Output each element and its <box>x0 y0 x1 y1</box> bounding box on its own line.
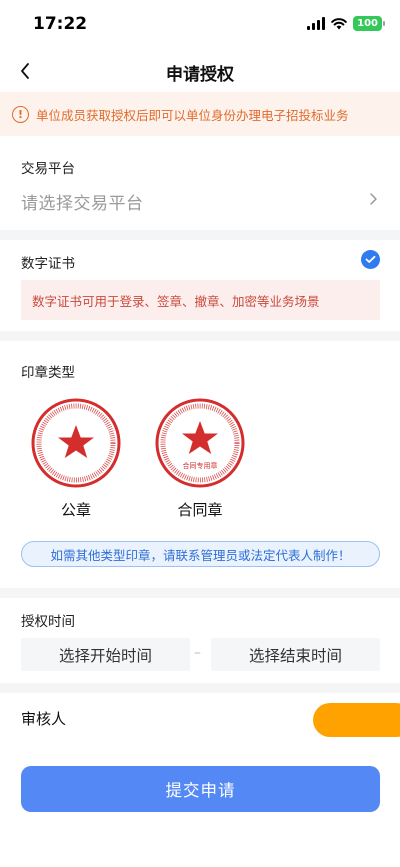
checkmark-icon[interactable] <box>361 250 380 269</box>
status-time: 17:22 <box>33 14 88 34</box>
section-divider <box>0 683 400 693</box>
certificate-description: 数字证书可用于登录、签章、撤章、加密等业务场景 <box>21 280 380 320</box>
seal-option-official[interactable]: 公章 <box>21 393 131 520</box>
time-separator: – <box>194 645 201 661</box>
reviewer-select-button[interactable] <box>313 703 400 737</box>
wifi-icon <box>331 18 347 30</box>
submit-button[interactable]: 提交申请 <box>21 766 380 812</box>
auth-time-label: 授权时间 <box>21 614 75 630</box>
nav-bar: 申请授权 <box>0 52 400 92</box>
seal-hint-text: 如需其他类型印章，请联系管理员或法定代表人制作！ <box>50 547 351 563</box>
section-divider <box>0 331 400 341</box>
seal-name: 合同章 <box>177 501 223 519</box>
platform-placeholder: 请选择交易平台 <box>21 194 144 214</box>
info-icon: ! <box>12 105 29 123</box>
platform-label: 交易平台 <box>21 161 75 177</box>
seal-type-label: 印章类型 <box>21 365 75 381</box>
seal-hint: 如需其他类型印章，请联系管理员或法定代表人制作！ <box>21 541 380 567</box>
official-seal-icon <box>31 398 121 488</box>
contract-seal-icon: 合同专用章 <box>155 398 245 488</box>
certificate-label: 数字证书 <box>21 256 75 272</box>
page-title: 申请授权 <box>166 65 234 85</box>
status-icons: 100 <box>307 16 385 31</box>
reviewer-label: 审核人 <box>21 710 67 728</box>
status-bar: 17:22 100 <box>0 0 400 52</box>
notice-text: 单位成员获取授权后即可以单位身份办理电子招投标业务 <box>36 107 349 123</box>
signal-icon <box>307 17 326 30</box>
notice-banner: ! 单位成员获取授权后即可以单位身份办理电子招投标业务 <box>0 92 400 136</box>
certificate-description-text: 数字证书可用于登录、签章、撤章、加密等业务场景 <box>32 293 320 309</box>
section-divider <box>0 230 400 240</box>
end-time-picker[interactable]: 选择结束时间 <box>211 638 380 671</box>
platform-select[interactable]: 请选择交易平台 <box>0 183 400 219</box>
chevron-right-icon <box>370 193 377 205</box>
seal-name: 公章 <box>60 501 91 519</box>
seal-option-contract[interactable]: 合同专用章 合同章 <box>145 393 255 520</box>
start-time-picker[interactable]: 选择开始时间 <box>21 638 190 671</box>
section-divider <box>0 588 400 598</box>
battery-icon: 100 <box>353 16 385 31</box>
seal-stamp-text: 合同专用章 <box>183 461 218 470</box>
